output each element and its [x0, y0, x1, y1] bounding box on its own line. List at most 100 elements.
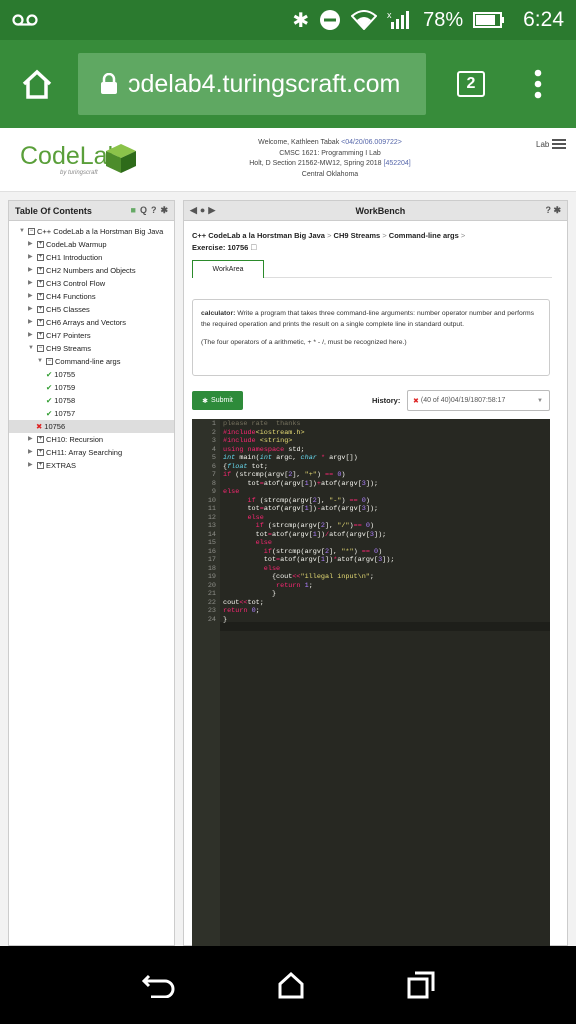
collapsed-icon[interactable]: ▶: [28, 264, 35, 277]
line-number: 4: [211, 445, 216, 454]
submit-button[interactable]: ✱ Submit: [192, 391, 243, 410]
clock: 6:24: [523, 8, 564, 31]
overflow-menu-icon[interactable]: [532, 68, 544, 100]
line-number: 17: [207, 556, 216, 564]
toc-item[interactable]: ✔ 10758: [19, 394, 174, 407]
line-number: 20: [207, 581, 216, 590]
toc-item-label: CodeLab Warmup: [46, 240, 107, 249]
copy-icon[interactable]: ☐: [250, 243, 257, 252]
toc-tree: ▼ − C++ CodeLab a la Horstman Big Java ▶ + Co…: [9, 221, 174, 472]
help-icon[interactable]: ?: [545, 205, 551, 215]
toc-item[interactable]: ▶ + CH11: Array Searching: [19, 446, 174, 459]
line-number: 22: [207, 598, 216, 607]
toc-item-label: C++ CodeLab a la Horstman Big Java: [37, 227, 164, 236]
folder-icon: −: [28, 228, 35, 235]
line-number: 9: [211, 488, 216, 496]
toc-item-label: 10757: [54, 409, 76, 418]
collapsed-icon[interactable]: ▶: [28, 303, 35, 316]
search-icon[interactable]: Q: [140, 205, 147, 216]
code-content[interactable]: please rate thanks #include<iostream.h> …: [223, 420, 394, 624]
forward-circle-icon[interactable]: ▶: [208, 205, 215, 216]
lock-icon[interactable]: ■: [131, 205, 136, 216]
toc-item[interactable]: ▶ + CH6 Arrays and Vectors: [19, 316, 174, 329]
home-icon[interactable]: [20, 68, 54, 100]
check-icon: ✔: [46, 370, 53, 379]
folder-icon: +: [37, 267, 44, 274]
collapsed-icon[interactable]: ▶: [28, 316, 35, 329]
toc-item[interactable]: ▶ + CH2 Numbers and Objects: [19, 264, 174, 277]
tab-workarea[interactable]: WorkArea: [192, 260, 264, 278]
collapsed-icon[interactable]: ▶: [28, 433, 35, 446]
svg-text:x: x: [387, 10, 392, 20]
do-not-disturb-icon: [320, 10, 341, 30]
breadcrumb-item[interactable]: C++ CodeLab a la Horstman Big Java: [192, 231, 325, 240]
battery-icon: [473, 12, 505, 28]
workbench-header: ◀ ● ▶ WorkBench ? ✱: [184, 201, 567, 221]
gear-icon[interactable]: ✱: [553, 205, 561, 215]
line-number: 7: [211, 471, 216, 479]
home-icon[interactable]: [277, 971, 305, 999]
toc-item[interactable]: ▶ + CodeLab Warmup: [19, 238, 174, 251]
table-of-contents: Table Of Contents ■ Q ? ✱ ▼ − C++ CodeLab …: [8, 200, 175, 946]
expanded-icon[interactable]: ▼: [28, 342, 35, 355]
collapsed-icon[interactable]: ▶: [28, 329, 35, 342]
expanded-icon[interactable]: ▼: [37, 355, 44, 368]
toc-item[interactable]: ▼ − CH9 Streams: [19, 342, 174, 355]
toc-item[interactable]: ▶ + EXTRAS: [19, 459, 174, 472]
collapsed-icon[interactable]: ▶: [28, 290, 35, 303]
main-area: Table Of Contents ■ Q ? ✱ ▼ − C++ CodeLab …: [0, 192, 576, 947]
check-icon: ✔: [46, 383, 53, 392]
line-number: 11: [207, 505, 216, 513]
gear-icon[interactable]: ✱: [160, 205, 168, 216]
toc-item[interactable]: ▼ − Command-line args: [19, 355, 174, 368]
line-number: 5: [211, 454, 216, 462]
help-icon[interactable]: ?: [151, 205, 157, 216]
collapsed-icon[interactable]: ▶: [28, 277, 35, 290]
status-bar: ✱ x 78% 6:24: [0, 0, 576, 40]
recent-apps-icon[interactable]: [407, 971, 435, 999]
line-number: 14: [207, 530, 216, 539]
toc-item-label: CH9 Streams: [46, 344, 92, 353]
back-icon[interactable]: [141, 972, 175, 998]
refresh-circle-icon[interactable]: ●: [200, 205, 205, 216]
toc-item[interactable]: ▶ + CH7 Pointers: [19, 329, 174, 342]
url-text: ɔdelab4.turingscraft.com: [128, 69, 401, 98]
toc-item[interactable]: ✔ 10757: [19, 407, 174, 420]
back-circle-icon[interactable]: ◀: [190, 205, 197, 216]
folder-icon: +: [37, 280, 44, 287]
tab-switcher-button[interactable]: 2: [457, 71, 485, 97]
exercise-number: Exercise: 10756 ☐: [192, 243, 258, 252]
breadcrumb-item[interactable]: Command-line args: [389, 231, 459, 240]
toc-item[interactable]: ✔ 10755: [19, 368, 174, 381]
url-bar[interactable]: ɔdelab4.turingscraft.com: [78, 53, 426, 115]
collapsed-icon[interactable]: ▶: [28, 446, 35, 459]
line-number: 2: [211, 428, 216, 437]
fail-icon: ✖: [413, 397, 419, 405]
breadcrumb: C++ CodeLab a la Horstman Big Java > CH9…: [192, 231, 466, 240]
toc-item[interactable]: ▶ + CH5 Classes: [19, 303, 174, 316]
line-number: 19: [207, 573, 216, 581]
history-select[interactable]: ✖ (40 of 40)04/19/1807:58:17 ▼: [407, 390, 550, 411]
toc-item[interactable]: ✖ 10756: [9, 420, 174, 433]
bluetooth-icon: ✱: [292, 9, 310, 32]
lab-menu[interactable]: Lab: [536, 138, 567, 150]
collapsed-icon[interactable]: ▶: [28, 238, 35, 251]
line-number: 18: [207, 564, 216, 573]
collapsed-icon[interactable]: ▶: [28, 251, 35, 264]
lock-icon: [101, 73, 117, 94]
breadcrumb-item[interactable]: CH9 Streams: [334, 231, 381, 240]
collapsed-icon[interactable]: ▶: [28, 459, 35, 472]
gear-icon: ✱: [202, 397, 209, 405]
folder-icon: +: [37, 254, 44, 261]
toc-item[interactable]: ✔ 10759: [19, 381, 174, 394]
toc-item[interactable]: ▼ − C++ CodeLab a la Horstman Big Java: [19, 225, 174, 238]
expanded-icon[interactable]: ▼: [19, 225, 26, 238]
toc-item[interactable]: ▶ + CH1 Introduction: [19, 251, 174, 264]
toc-item[interactable]: ▶ + CH4 Functions: [19, 290, 174, 303]
toc-item[interactable]: ▶ + CH10: Recursion: [19, 433, 174, 446]
line-number: 23: [207, 607, 216, 615]
toc-item[interactable]: ▶ + CH3 Control Flow: [19, 277, 174, 290]
code-editor[interactable]: 1 2 3 4 5 6 7 8 9 10 11 12 13 14 15 16 17 18 19 20 21 22 23 24 …: [192, 419, 550, 947]
line-number: 10: [207, 496, 216, 505]
workbench-title: WorkBench: [355, 205, 406, 216]
